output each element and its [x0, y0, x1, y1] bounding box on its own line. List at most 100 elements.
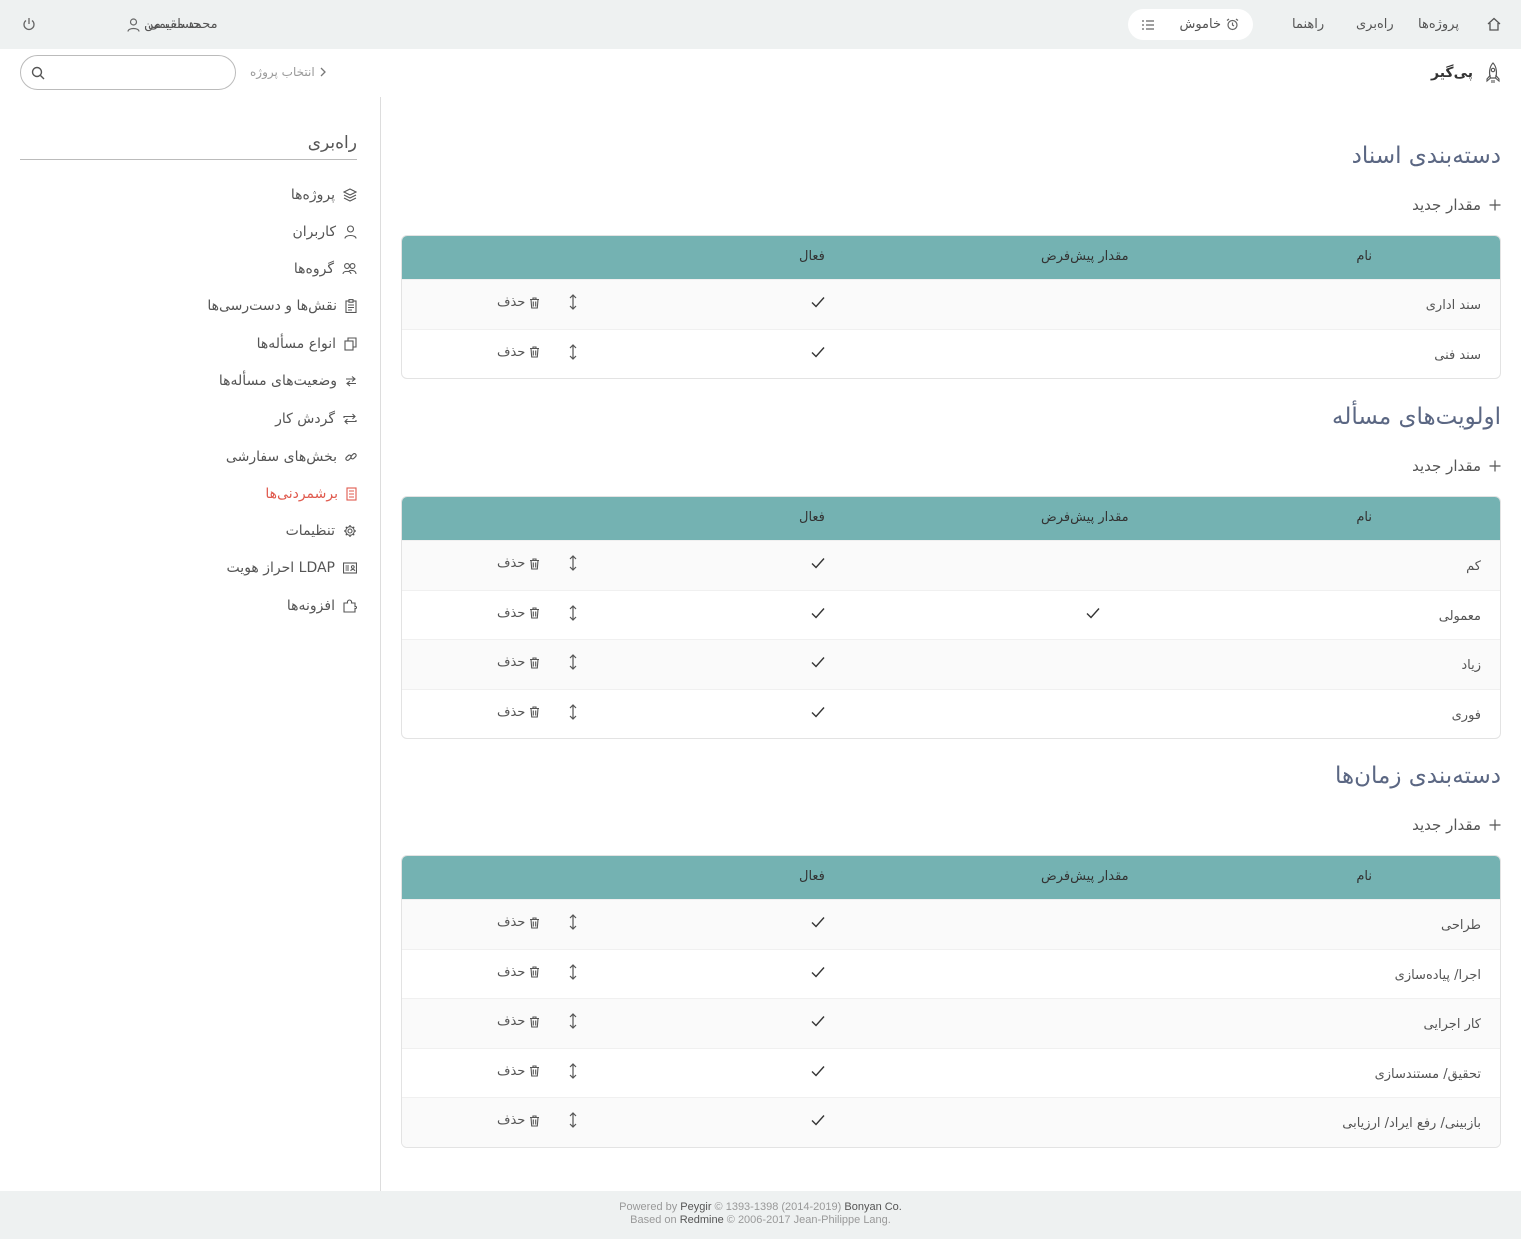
delete-button[interactable]: حذف: [497, 345, 540, 360]
trash-icon: [529, 607, 540, 619]
user-icon: [127, 17, 140, 32]
sidebar-item-5[interactable]: وضعیت‌های مسأله‌ها: [219, 373, 357, 389]
link-icon: [345, 451, 357, 463]
row-name-link[interactable]: تحقیق/ مستندسازی: [1375, 1067, 1481, 1082]
checkmark-icon: [811, 706, 825, 722]
delete-button[interactable]: حذف: [497, 556, 540, 571]
delete-label: حذف: [497, 556, 526, 571]
row-name-link[interactable]: سند فنی: [1434, 348, 1481, 363]
row-name-link[interactable]: سند اداری: [1426, 298, 1481, 313]
trash-icon: [529, 1015, 540, 1028]
table-row: طراحی حذف: [402, 899, 1500, 949]
sidebar-item-label: گردش کار: [275, 411, 335, 427]
delete-label: حذف: [497, 915, 526, 930]
delete-label: حذف: [497, 605, 526, 621]
footer-company-link[interactable]: Bonyan Co.: [844, 1201, 901, 1213]
sidebar-item-8[interactable]: برشمردنی‌ها: [265, 486, 357, 502]
list-icon: [346, 487, 357, 501]
new-value-button[interactable]: مقدار جدید: [1412, 816, 1501, 834]
home-icon[interactable]: [1486, 16, 1502, 32]
delete-button[interactable]: حذف: [497, 1014, 540, 1029]
row-name-link[interactable]: کم: [1466, 559, 1481, 574]
column-header-active: فعال: [799, 510, 825, 525]
sort-handle-icon[interactable]: [568, 1062, 578, 1083]
nav-projects[interactable]: پروژه‌ها: [1418, 17, 1459, 32]
breadcrumb[interactable]: انتخاب پروژه: [250, 65, 327, 79]
checkmark-icon: [811, 966, 825, 982]
row-name-link[interactable]: معمولی: [1439, 609, 1481, 624]
sort-handle-icon[interactable]: [568, 914, 578, 934]
sort-handle-icon[interactable]: [568, 703, 578, 724]
sidebar-item-3[interactable]: نقش‌ها و دست‌رسی‌ها: [207, 298, 357, 314]
sort-handle-icon[interactable]: [568, 294, 578, 314]
row-name-link[interactable]: زیاد: [1461, 658, 1481, 673]
delete-button[interactable]: حذف: [497, 606, 540, 621]
delete-button[interactable]: حذف: [497, 1064, 540, 1079]
sidebar-item-label: وضعیت‌های مسأله‌ها: [218, 373, 337, 389]
sidebar-item-label: پروژه‌ها: [290, 187, 335, 203]
row-name-link[interactable]: اجرا/ پیاده‌سازی: [1395, 968, 1481, 983]
layers-icon: [343, 188, 357, 202]
column-header-name: نام: [1356, 869, 1372, 884]
sidebar-item-4[interactable]: انواع مسأله‌ها: [257, 336, 357, 352]
search-box[interactable]: [20, 55, 236, 90]
sort-handle-icon[interactable]: [568, 963, 578, 984]
table-row: اجرا/ پیاده‌سازی حذف: [402, 948, 1500, 999]
new-value-label: مقدار جدید: [1412, 457, 1481, 475]
sidebar-item-7[interactable]: بخش‌های سفارشی: [226, 449, 357, 465]
new-value-label: مقدار جدید: [1412, 816, 1481, 834]
footer-based-rest: © 2006-2017 Jean-Philippe Lang.: [726, 1214, 891, 1226]
sort-handle-icon[interactable]: [568, 555, 578, 575]
delete-button[interactable]: حذف: [497, 295, 540, 310]
new-value-button[interactable]: مقدار جدید: [1412, 196, 1501, 214]
footer-peygir-link[interactable]: Peygir: [680, 1201, 711, 1213]
sidebar-item-0[interactable]: پروژه‌ها: [291, 187, 357, 203]
brand[interactable]: پی‌گیر: [1431, 62, 1501, 84]
row-name-link[interactable]: فوری: [1452, 708, 1481, 723]
row-name-link[interactable]: کار اجرایی: [1424, 1017, 1481, 1032]
user-name[interactable]: محمد مقیمی: [148, 17, 218, 32]
nav-administration[interactable]: راه‌بری: [1356, 17, 1394, 32]
footer-powered: Powered by Peygir © 1393-1398 (2014-2019…: [0, 1201, 1521, 1214]
sort-handle-icon[interactable]: [568, 1013, 578, 1033]
sidebar-item-6[interactable]: گردش کار: [275, 411, 357, 427]
brand-name: پی‌گیر: [1431, 65, 1473, 81]
power-icon[interactable]: [22, 17, 36, 31]
sidebar-item-label: احراز هویت LDAP: [226, 560, 335, 576]
row-name-link[interactable]: طراحی: [1441, 918, 1481, 933]
delete-button[interactable]: حذف: [497, 915, 540, 930]
sidebar-item-1[interactable]: کاربران: [293, 224, 357, 240]
checkmark-icon: [811, 1114, 825, 1130]
delete-label: حذف: [497, 344, 526, 360]
footer-redmine-link[interactable]: Redmine: [680, 1214, 724, 1226]
new-value-button[interactable]: مقدار جدید: [1412, 457, 1501, 475]
list-icon[interactable]: [1142, 19, 1154, 30]
sidebar-item-10[interactable]: احراز هویت LDAP: [227, 560, 357, 576]
search-icon[interactable]: [31, 66, 45, 80]
delete-button[interactable]: حذف: [497, 965, 540, 980]
sort-handle-icon[interactable]: [568, 343, 578, 364]
checkmark-icon: [811, 656, 825, 672]
delete-button[interactable]: حذف: [497, 655, 540, 670]
sort-handle-icon[interactable]: [568, 1112, 578, 1132]
section-title: دسته‌بندی اسناد: [1351, 143, 1501, 169]
delete-button[interactable]: حذف: [497, 705, 540, 720]
column-header-name: نام: [1356, 249, 1372, 264]
sort-handle-icon[interactable]: [568, 604, 578, 625]
row-name-link[interactable]: بازبینی/ رفع ایراد/ ارزیابی: [1342, 1116, 1481, 1131]
sidebar-item-2[interactable]: گروه‌ها: [294, 261, 357, 277]
sidebar-item-11[interactable]: افزونه‌ها: [287, 598, 357, 614]
nav-help[interactable]: راهنما: [1292, 17, 1324, 32]
checkmark-icon: [811, 1065, 825, 1081]
table-row: تحقیق/ مستندسازی حذف: [402, 1047, 1500, 1098]
table-body: کم حذف معمولی حذف زیاد حذف فوری حذف: [402, 540, 1500, 738]
sidebar-item-label: بخش‌های سفارشی: [225, 449, 337, 465]
search-input[interactable]: [51, 65, 221, 80]
enumeration-table: نام مقدار پیش‌فرض فعال طراحی حذف اجرا/ پیاده‌…: [401, 855, 1501, 1148]
delete-label: حذف: [497, 1014, 526, 1029]
timer-toggle[interactable]: خاموش: [1128, 9, 1253, 40]
delete-button[interactable]: حذف: [497, 1113, 540, 1128]
sort-handle-icon[interactable]: [568, 654, 578, 674]
rocket-icon: [1485, 62, 1501, 84]
sidebar-item-9[interactable]: تنظیمات: [286, 523, 357, 539]
